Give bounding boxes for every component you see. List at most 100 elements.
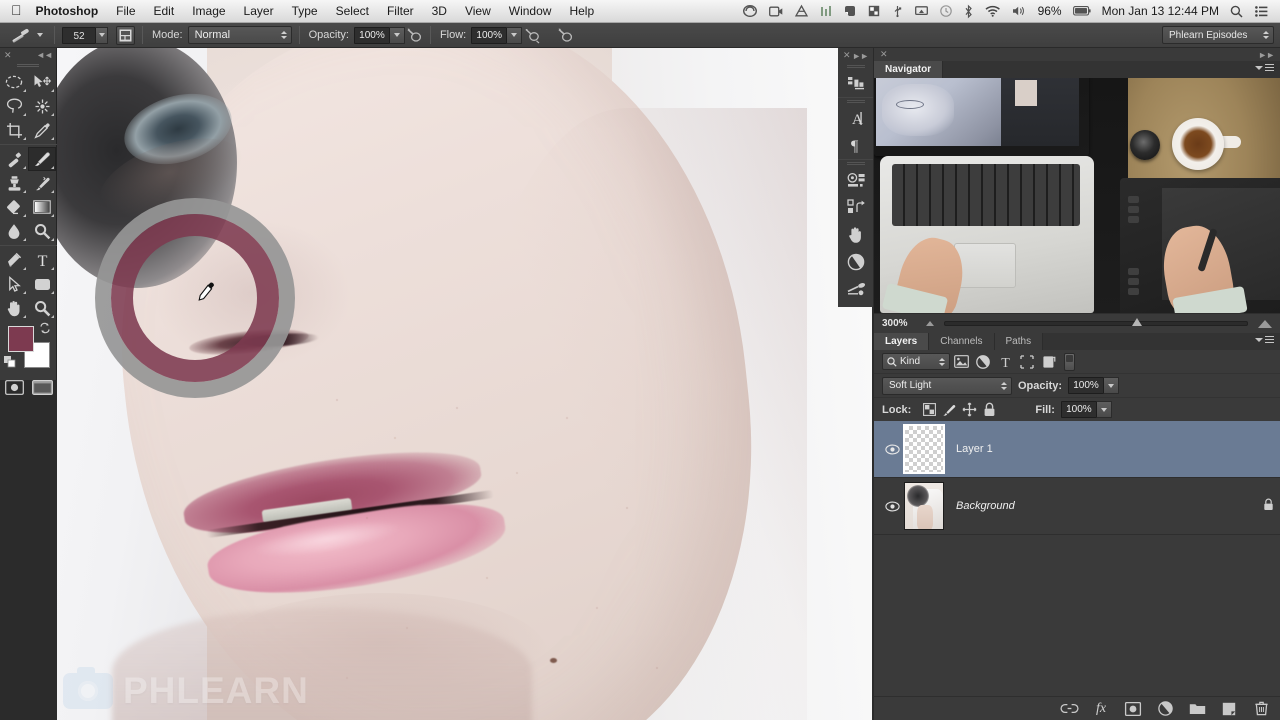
table-row[interactable]: Layer 1: [874, 421, 1280, 478]
document-canvas[interactable]: PHLEARN: [57, 48, 872, 720]
tab-navigator[interactable]: Navigator: [874, 61, 943, 78]
add-layer-style-icon[interactable]: fx: [1092, 700, 1110, 718]
zoom-in-icon[interactable]: [1258, 320, 1272, 328]
zoom-slider[interactable]: [944, 321, 1248, 326]
airbrush-icon[interactable]: [522, 26, 540, 44]
hand-tool[interactable]: [0, 296, 28, 320]
pressure-opacity-icon[interactable]: [405, 26, 423, 44]
gradient-tool[interactable]: [28, 195, 56, 219]
history-icon[interactable]: [838, 194, 874, 221]
google-drive-icon[interactable]: [789, 5, 814, 17]
wifi-icon[interactable]: [979, 5, 1006, 17]
evernote-icon[interactable]: [838, 5, 862, 17]
dropbox-icon[interactable]: [862, 5, 886, 17]
menu-item-type[interactable]: Type: [283, 0, 327, 23]
brush-tool-icon[interactable]: [6, 27, 47, 43]
move-tool[interactable]: [28, 70, 56, 94]
layer-thumbnail[interactable]: [904, 482, 944, 530]
filter-adjustment-icon[interactable]: [972, 352, 994, 372]
layer-name[interactable]: Layer 1: [956, 443, 1274, 455]
volume-icon[interactable]: [1006, 5, 1033, 17]
menu-item-layer[interactable]: Layer: [235, 0, 283, 23]
default-colors-icon[interactable]: [4, 356, 16, 368]
menu-item-photoshop[interactable]: Photoshop: [33, 0, 108, 23]
opacity-dropdown-button[interactable]: [390, 27, 405, 44]
panel-grip[interactable]: [838, 98, 873, 105]
menu-item-3d[interactable]: 3D: [423, 0, 456, 23]
navigator-preview[interactable]: [874, 78, 1280, 313]
elliptical-marquee-tool[interactable]: [0, 70, 28, 94]
lock-all-icon[interactable]: [979, 400, 999, 420]
lock-transparent-pixels-icon[interactable]: [919, 400, 939, 420]
notification-center-icon[interactable]: [1249, 6, 1274, 17]
opacity-value[interactable]: 100%: [354, 27, 390, 44]
layer-filter-kind-select[interactable]: Kind: [882, 353, 950, 370]
layer-fill-field[interactable]: 100%: [1061, 401, 1112, 418]
brush-tool[interactable]: [28, 147, 56, 171]
opacity-field[interactable]: 100%: [354, 27, 405, 44]
zoom-tool[interactable]: [28, 296, 56, 320]
menu-item-file[interactable]: File: [107, 0, 144, 23]
brush-size-value[interactable]: 52: [62, 27, 96, 44]
screen-recorder-icon[interactable]: [763, 6, 789, 17]
layer-opacity-dropdown[interactable]: [1104, 377, 1119, 394]
flow-dropdown-button[interactable]: [507, 27, 522, 44]
tab-channels[interactable]: Channels: [929, 333, 994, 350]
hand-panel-icon[interactable]: [838, 221, 874, 248]
panel-grip[interactable]: [0, 62, 56, 70]
brush-size-stepper[interactable]: [96, 27, 108, 44]
pressure-size-icon[interactable]: [556, 26, 574, 44]
brush-panel-icon[interactable]: [116, 26, 135, 45]
tab-layers[interactable]: Layers: [874, 333, 929, 350]
menu-item-filter[interactable]: Filter: [378, 0, 423, 23]
expand-icon[interactable]: ►►: [852, 51, 868, 61]
bluetooth-icon[interactable]: [958, 5, 979, 18]
filter-shape-icon[interactable]: [1016, 352, 1038, 372]
apple-icon[interactable]: : [0, 3, 33, 17]
collapse-icon[interactable]: ◄◄: [36, 50, 52, 60]
history-brush-tool[interactable]: [28, 171, 56, 195]
panel-grip[interactable]: [838, 160, 873, 167]
chevron-down-icon[interactable]: [37, 33, 43, 37]
eraser-tool[interactable]: [0, 195, 28, 219]
layer-visibility-toggle[interactable]: [880, 501, 904, 512]
path-selection-tool[interactable]: [0, 272, 28, 296]
usb-icon[interactable]: [886, 5, 909, 17]
airplay-icon[interactable]: [909, 6, 934, 17]
rectangle-shape-tool[interactable]: [28, 272, 56, 296]
layer-name[interactable]: Background: [956, 500, 1263, 512]
menu-item-select[interactable]: Select: [327, 0, 378, 23]
menu-item-window[interactable]: Window: [500, 0, 561, 23]
swap-colors-icon[interactable]: [39, 322, 51, 334]
flow-value[interactable]: 100%: [471, 27, 507, 44]
blur-tool[interactable]: [0, 219, 28, 243]
close-icon[interactable]: ✕: [880, 49, 888, 60]
layer-opacity-value[interactable]: 100%: [1068, 377, 1104, 394]
close-icon[interactable]: ✕: [843, 50, 851, 61]
search-icon[interactable]: [1224, 5, 1249, 18]
layer-thumbnail[interactable]: [904, 425, 944, 473]
color-icon[interactable]: [838, 167, 874, 194]
menu-item-image[interactable]: Image: [183, 0, 234, 23]
zoom-level-value[interactable]: 300%: [882, 318, 920, 329]
lock-image-pixels-icon[interactable]: [939, 400, 959, 420]
zoom-out-icon[interactable]: [926, 321, 934, 326]
table-row[interactable]: Background: [874, 478, 1280, 535]
brush-presets-icon[interactable]: [838, 275, 874, 302]
eyedropper-tool[interactable]: [28, 118, 56, 142]
type-tool[interactable]: T: [28, 248, 56, 272]
foreground-color-swatch[interactable]: [8, 326, 34, 352]
brush-size-field[interactable]: 52: [62, 27, 108, 44]
workspace-select[interactable]: Phlearn Episodes: [1162, 26, 1274, 44]
zoom-slider-thumb[interactable]: [1132, 318, 1142, 326]
character-icon[interactable]: A: [838, 105, 874, 132]
layer-blend-mode-select[interactable]: Soft Light: [882, 377, 1012, 395]
collapse-icon[interactable]: ►►: [1258, 50, 1274, 60]
clone-stamp-tool[interactable]: [0, 171, 28, 195]
adjustments-icon[interactable]: [838, 70, 874, 97]
delete-layer-icon[interactable]: [1252, 700, 1270, 718]
add-layer-mask-icon[interactable]: [1124, 700, 1142, 718]
new-group-icon[interactable]: [1188, 700, 1206, 718]
menu-item-edit[interactable]: Edit: [145, 0, 184, 23]
panel-menu-icon[interactable]: [1255, 64, 1274, 71]
